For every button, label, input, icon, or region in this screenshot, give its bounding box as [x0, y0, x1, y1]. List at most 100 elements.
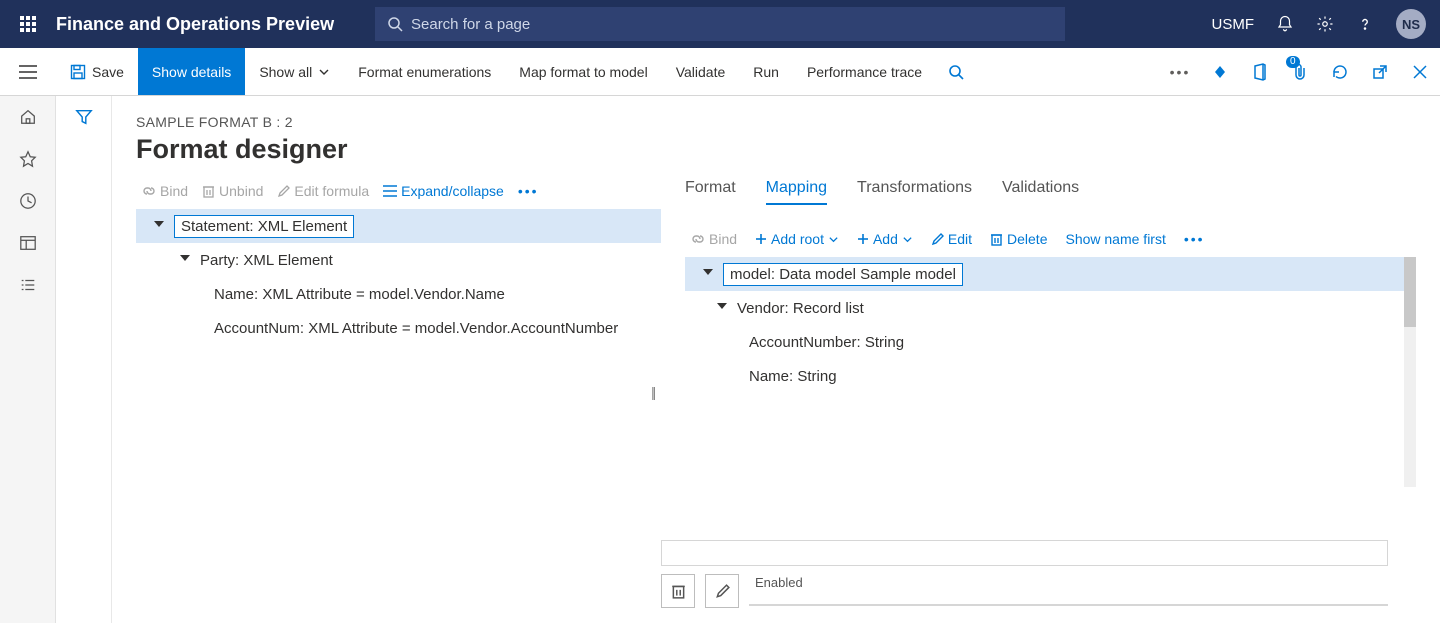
caret-icon[interactable]	[150, 221, 168, 231]
show-details-label: Show details	[152, 64, 231, 80]
tree-row[interactable]: AccountNum: XML Attribute = model.Vendor…	[136, 311, 661, 345]
caret-icon[interactable]	[699, 269, 717, 279]
action-search-button[interactable]	[936, 48, 976, 95]
attach-count-badge: 0	[1286, 56, 1300, 68]
tree-row[interactable]: Name: XML Attribute = model.Vendor.Name	[136, 277, 661, 311]
add-root-button[interactable]: Add root	[755, 231, 839, 247]
caret-icon[interactable]	[713, 303, 731, 313]
chevron-down-icon	[828, 234, 839, 245]
tree-node-label: model: Data model Sample model	[723, 263, 963, 286]
office-icon	[1252, 63, 1268, 81]
mapping-tree: model: Data model Sample model Vendor: R…	[685, 257, 1416, 393]
map-format-to-model-button[interactable]: Map format to model	[505, 48, 661, 95]
edit-node-button[interactable]	[705, 574, 739, 608]
notifications-icon[interactable]	[1276, 15, 1294, 33]
page-title: Format designer	[136, 134, 1416, 165]
mapping-more-button[interactable]: •••	[1184, 231, 1205, 247]
favorites-icon[interactable]	[19, 150, 37, 168]
powerapps-icon	[1211, 63, 1229, 81]
add-button[interactable]: Add	[857, 231, 913, 247]
plus-icon	[755, 233, 767, 245]
tree-row[interactable]: Name: String	[685, 359, 1416, 393]
pencil-icon	[715, 584, 730, 599]
validate-button[interactable]: Validate	[662, 48, 740, 95]
mapping-toolbar: Bind Add root Add Edit	[685, 213, 1416, 257]
format-more-button[interactable]: •••	[518, 183, 539, 199]
detail-tabs: Format Mapping Transformations Validatio…	[685, 179, 1416, 213]
tree-row[interactable]: Party: XML Element	[136, 243, 661, 277]
caret-icon[interactable]	[176, 255, 194, 265]
link-icon	[142, 184, 156, 198]
format-enumerations-button[interactable]: Format enumerations	[344, 48, 505, 95]
popout-button[interactable]	[1360, 48, 1400, 95]
attachments-button[interactable]: 0	[1280, 48, 1320, 95]
tree-row[interactable]: model: Data model Sample model	[685, 257, 1416, 291]
tree-node-label: AccountNum: XML Attribute = model.Vendor…	[214, 320, 618, 337]
office-button[interactable]	[1240, 48, 1280, 95]
power-apps-button[interactable]	[1200, 48, 1240, 95]
user-avatar[interactable]: NS	[1396, 9, 1426, 39]
gear-icon[interactable]	[1316, 15, 1334, 33]
close-button[interactable]	[1400, 48, 1440, 95]
enabled-input[interactable]	[749, 604, 1388, 606]
tree-node-label: AccountNumber: String	[749, 334, 904, 351]
expand-collapse-button[interactable]: Expand/collapse	[383, 183, 504, 199]
save-label: Save	[92, 64, 124, 80]
tree-node-label: Party: XML Element	[200, 252, 333, 269]
chevron-down-icon	[902, 234, 913, 245]
tree-row[interactable]: Statement: XML Element	[136, 209, 661, 243]
workspaces-icon[interactable]	[19, 234, 37, 252]
plus-icon	[857, 233, 869, 245]
trash-icon	[671, 583, 686, 599]
tab-format[interactable]: Format	[685, 179, 736, 205]
tab-transformations[interactable]: Transformations	[857, 179, 972, 205]
tree-row[interactable]: AccountNumber: String	[685, 325, 1416, 359]
scrollbar[interactable]	[1404, 257, 1416, 487]
home-icon[interactable]	[19, 108, 37, 126]
modules-icon[interactable]	[19, 276, 37, 294]
performance-trace-button[interactable]: Performance trace	[793, 48, 936, 95]
main-content: SAMPLE FORMAT B : 2 Format designer Bind…	[112, 96, 1440, 623]
app-launcher[interactable]	[0, 16, 56, 32]
recent-icon[interactable]	[19, 192, 37, 210]
refresh-button[interactable]	[1320, 48, 1360, 95]
edit-formula-button: Edit formula	[277, 183, 369, 199]
delete-button[interactable]: Delete	[990, 231, 1047, 247]
company-picker[interactable]: USMF	[1212, 16, 1255, 33]
path-input[interactable]	[661, 540, 1388, 566]
nav-rail	[0, 96, 56, 623]
show-all-label: Show all	[259, 64, 312, 80]
help-icon[interactable]	[1356, 15, 1374, 33]
mapping-bind-button: Bind	[691, 231, 737, 247]
detail-footer: Enabled	[661, 540, 1416, 618]
format-tree: Statement: XML Element Party: XML Elemen…	[136, 209, 661, 345]
trash-icon	[990, 232, 1003, 246]
action-pane: Save Show details Show all Format enumer…	[0, 48, 1440, 96]
list-icon	[383, 185, 397, 197]
global-search[interactable]: Search for a page	[375, 7, 1065, 41]
app-title: Finance and Operations Preview	[56, 14, 334, 35]
tab-validations[interactable]: Validations	[1002, 179, 1079, 205]
filter-rail	[56, 96, 112, 623]
show-all-button[interactable]: Show all	[245, 48, 344, 95]
tree-row[interactable]: Vendor: Record list	[685, 291, 1416, 325]
edit-button[interactable]: Edit	[931, 231, 972, 247]
more-actions-button[interactable]: •••	[1160, 48, 1200, 95]
show-details-button[interactable]: Show details	[138, 48, 245, 95]
popout-icon	[1372, 64, 1388, 80]
hamburger-icon[interactable]	[19, 65, 37, 79]
pencil-icon	[931, 233, 944, 246]
delete-node-button[interactable]	[661, 574, 695, 608]
tree-node-label: Vendor: Record list	[737, 300, 864, 317]
tree-node-label: Name: XML Attribute = model.Vendor.Name	[214, 286, 505, 303]
pencil-icon	[277, 185, 290, 198]
show-name-first-button[interactable]: Show name first	[1065, 231, 1165, 247]
run-button[interactable]: Run	[739, 48, 793, 95]
search-icon	[948, 64, 964, 80]
splitter-handle[interactable]: ||	[651, 384, 654, 400]
tab-mapping[interactable]: Mapping	[766, 179, 827, 205]
filter-icon[interactable]	[75, 108, 93, 623]
refresh-icon	[1331, 63, 1349, 81]
save-button[interactable]: Save	[56, 48, 138, 95]
format-toolbar: Bind Unbind Edit formula Expand/collapse	[136, 179, 661, 209]
